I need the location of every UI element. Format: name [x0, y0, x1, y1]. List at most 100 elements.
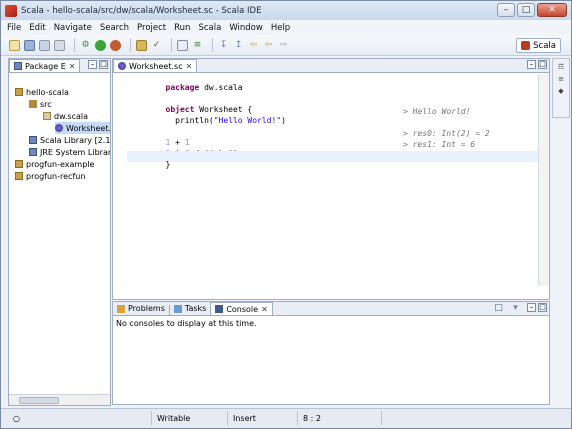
code-line: package dw.scala — [127, 74, 538, 92]
forward-icon[interactable]: ⇨ — [278, 40, 289, 51]
debug-icon[interactable]: ⚙ — [80, 40, 91, 51]
menu-edit[interactable]: Edit — [29, 23, 45, 33]
tree-item-label: JRE System Librar — [40, 147, 110, 157]
minimize-view-button[interactable]: – — [88, 60, 97, 69]
close-tab-icon[interactable]: ✕ — [69, 62, 76, 71]
project-icon — [15, 160, 23, 168]
maximize-view-button[interactable]: □ — [538, 303, 547, 312]
back-icon[interactable]: ⇦ — [263, 40, 274, 51]
tab-label: Tasks — [184, 304, 207, 313]
menu-bar: File Edit Navigate Search Project Run Sc… — [1, 20, 571, 35]
hierarchy-icon[interactable]: ≡ — [553, 75, 569, 83]
horizontal-scrollbar[interactable] — [9, 394, 110, 405]
maximize-view-button[interactable]: □ — [99, 60, 108, 69]
package-icon — [43, 112, 51, 120]
menu-run[interactable]: Run — [174, 23, 190, 33]
minimize-view-button[interactable]: – — [527, 60, 536, 69]
string-literal: "Hello World!" — [213, 116, 282, 125]
maximize-button[interactable]: □ — [517, 3, 535, 17]
scrollbar-thumb[interactable] — [19, 397, 59, 404]
menu-search[interactable]: Search — [100, 23, 129, 33]
outline-icon[interactable]: ☶ — [553, 63, 569, 71]
menu-help[interactable]: Help — [271, 23, 290, 33]
tree-item-label: progfun-example — [26, 159, 95, 169]
tab-package-explorer[interactable]: Package E ✕ — [9, 59, 81, 72]
run-external-icon[interactable] — [110, 39, 121, 51]
menu-scala[interactable]: Scala — [198, 23, 221, 33]
tree-item-label: src — [40, 99, 52, 109]
title-bar: Scala - hello-scala/src/dw/scala/Workshe… — [1, 1, 571, 20]
status-insert-mode: Insert — [233, 414, 256, 423]
scala-perspective-button[interactable]: Scala — [516, 38, 561, 53]
last-edit-icon[interactable]: ⇦ — [248, 40, 259, 51]
menu-project[interactable]: Project — [137, 23, 166, 33]
toolbar-separator — [171, 38, 172, 52]
menu-window[interactable]: Window — [229, 23, 263, 33]
tree-item-jre-system-library[interactable]: JRE System Librar — [29, 146, 110, 158]
tab-console[interactable]: Console ✕ — [210, 302, 273, 315]
code-area[interactable]: package dw.scala object Worksheet { prin… — [113, 74, 538, 286]
junit-icon[interactable]: ◆ — [553, 87, 569, 95]
build-icon[interactable]: ✓ — [151, 40, 162, 51]
tab-problems[interactable]: Problems — [113, 302, 169, 315]
tab-tasks[interactable]: Tasks — [170, 302, 210, 315]
tree-item-label: Scala Library [2.10 — [40, 135, 110, 145]
new-icon[interactable] — [9, 39, 20, 51]
worksheet-result: > res0: Int(2) = 2 — [403, 129, 490, 138]
status-separator — [381, 411, 382, 425]
code-text: println( — [165, 116, 214, 125]
tree-item-hello-scala[interactable]: hello-scala — [15, 86, 69, 98]
display-console-icon[interactable]: □ — [493, 303, 504, 314]
previous-annotation-icon[interactable]: ↥ — [233, 40, 244, 51]
code-text: dw.scala — [199, 83, 243, 92]
package-explorer-icon — [14, 62, 22, 70]
tree-item-worksheet[interactable]: Worksheet.s — [55, 122, 110, 134]
maximize-view-button[interactable]: □ — [538, 60, 547, 69]
minimize-view-button[interactable]: – — [527, 303, 536, 312]
save-icon[interactable] — [24, 39, 35, 51]
tree-item-label: hello-scala — [26, 87, 69, 97]
editor-tab-label: Worksheet.sc — [129, 61, 183, 71]
main-toolbar: ⚙ ✓ ≡ ↧ ↥ ⇦ ⇦ ⇨ Scala — [1, 35, 571, 56]
package-explorer-panel: Package E ✕ – □ hello-scala src dw.scala — [8, 58, 111, 406]
menu-file[interactable]: File — [7, 23, 21, 33]
status-bar: ○ Writable Insert 8 : 2 — [1, 408, 571, 428]
window-title: Scala - hello-scala/src/dw/scala/Workshe… — [21, 5, 262, 16]
close-tab-icon[interactable]: ✕ — [186, 62, 193, 71]
tree-item-dw-scala[interactable]: dw.scala — [43, 110, 88, 122]
code-line-current: } — [127, 151, 538, 169]
worksheet-icon — [118, 62, 126, 70]
tree-item-scala-library[interactable]: Scala Library [2.10 — [29, 134, 110, 146]
toolbar-separator — [130, 38, 131, 52]
tree-item-progfun-example[interactable]: progfun-example — [15, 158, 94, 170]
ide-window: Scala - hello-scala/src/dw/scala/Workshe… — [0, 0, 572, 429]
tree-item-label: dw.scala — [54, 111, 89, 121]
open-type-icon[interactable] — [136, 39, 147, 51]
tab-label: Console — [226, 304, 259, 314]
project-icon — [15, 172, 23, 180]
editor-tabstrip: Worksheet.sc ✕ – □ — [113, 59, 549, 73]
scala-perspective-icon — [521, 41, 531, 50]
menu-navigate[interactable]: Navigate — [54, 23, 92, 33]
toggle-breadcrumb-icon[interactable]: ≡ — [192, 40, 203, 51]
package-explorer-tabstrip: Package E ✕ – □ — [9, 59, 110, 73]
close-tab-icon[interactable]: ✕ — [261, 305, 268, 314]
minimize-button[interactable]: – — [497, 3, 515, 17]
problems-icon — [117, 304, 125, 313]
run-icon[interactable] — [95, 39, 106, 51]
status-writable: Writable — [157, 414, 191, 423]
vertical-scrollbar[interactable] — [538, 74, 549, 286]
project-icon — [15, 88, 23, 96]
tree-item-src[interactable]: src — [29, 98, 52, 110]
open-console-icon[interactable]: ▾ — [510, 303, 521, 314]
save-all-icon[interactable] — [39, 39, 50, 51]
tree-item-progfun-recfun[interactable]: progfun-recfun — [15, 170, 85, 182]
close-button[interactable]: ✕ — [537, 3, 567, 17]
toggle-mark-icon[interactable] — [177, 39, 188, 51]
tab-label: Problems — [128, 304, 165, 313]
tab-worksheet[interactable]: Worksheet.sc ✕ — [113, 59, 198, 72]
next-annotation-icon[interactable]: ↧ — [218, 40, 229, 51]
print-icon[interactable] — [54, 39, 65, 51]
status-separator — [151, 411, 152, 425]
toolbar-separator — [74, 38, 75, 52]
